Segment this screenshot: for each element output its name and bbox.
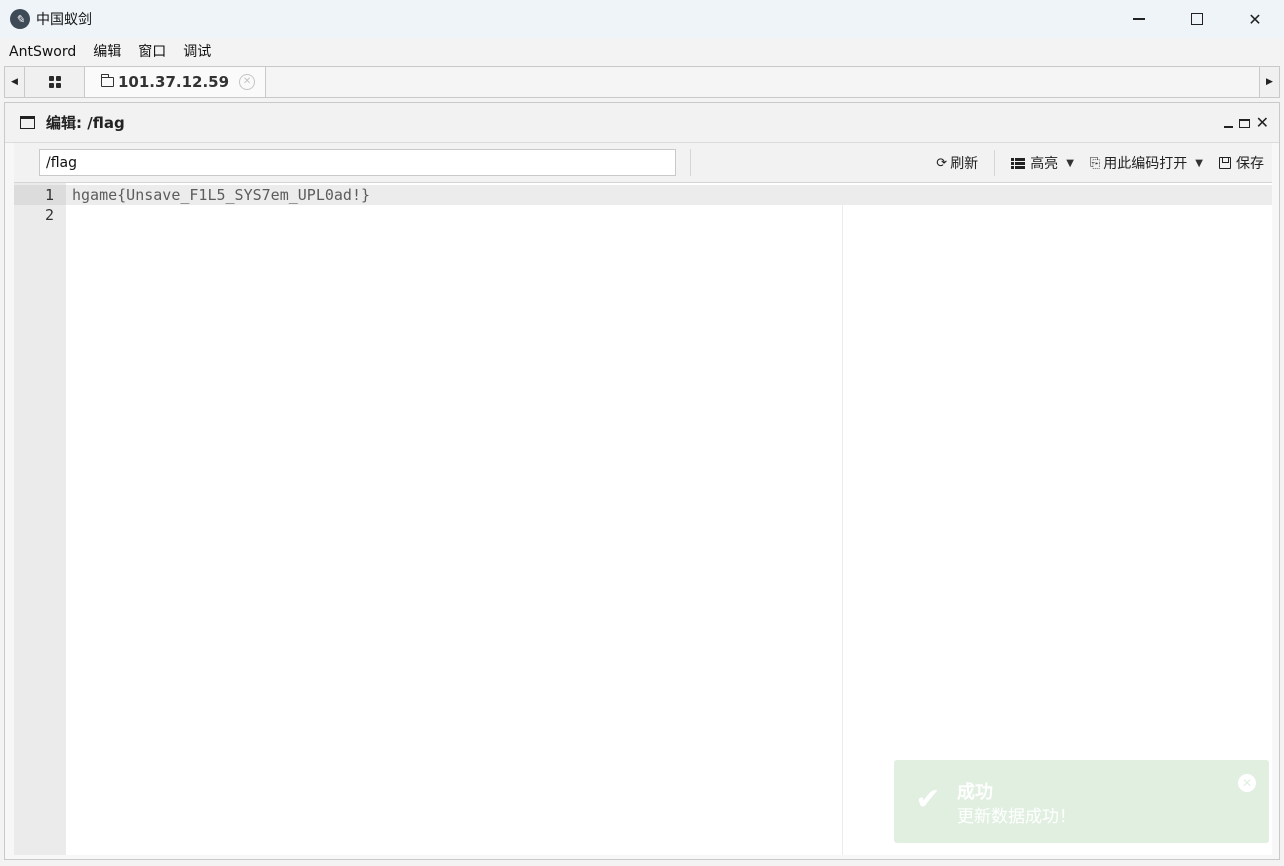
- line-number: 2: [44, 206, 54, 224]
- window-controls: ✕: [1110, 0, 1284, 38]
- tab-home[interactable]: [25, 67, 85, 97]
- toolbar-divider: [690, 149, 691, 176]
- window-icon: [20, 116, 35, 129]
- toast-close-icon[interactable]: ✕: [1238, 774, 1256, 792]
- highlight-dropdown-button[interactable]: 高亮 ▼: [1003, 143, 1082, 183]
- folder-icon: [101, 74, 114, 87]
- window-title: 中国蚁剑: [36, 12, 92, 28]
- minimize-button[interactable]: [1110, 0, 1168, 38]
- refresh-icon: ⟳: [936, 155, 948, 171]
- code-editor[interactable]: 1 hgame{Unsave_F1L5_SYS7em_UPL0ad!} 2: [14, 183, 1272, 855]
- refresh-label: 刷新: [950, 156, 979, 172]
- menu-bar: AntSword 编辑 窗口 调试: [0, 38, 1284, 66]
- toolbar-divider: [994, 150, 996, 176]
- tab-label: 101.37.12.59: [118, 73, 230, 91]
- highlight-label: 高亮: [1030, 156, 1059, 172]
- close-button[interactable]: ✕: [1226, 0, 1284, 38]
- close-glyph: ✕: [1241, 776, 1253, 790]
- close-icon: ✕: [1248, 9, 1262, 29]
- editor-panel: 编辑: /flag ✕ ⟳ 刷新 高亮 ▼ ⎘ 用此编码打开 ▼: [4, 102, 1280, 860]
- list-icon: [1011, 157, 1026, 169]
- tab-strip: ◀ 101.37.12.59 ✕ ▶: [4, 66, 1280, 98]
- panel-close-icon[interactable]: ✕: [1256, 115, 1269, 131]
- line-number: 1: [14, 185, 66, 205]
- save-button[interactable]: 保存: [1211, 143, 1272, 183]
- caret-left-icon: ◀: [11, 77, 18, 87]
- tab-close-icon[interactable]: ✕: [239, 74, 256, 90]
- success-toast: ✔ 成功 更新数据成功！ ✕: [894, 760, 1269, 843]
- encoding-icon: ⎘: [1089, 155, 1101, 171]
- tab-scroll-left-button[interactable]: ◀: [5, 67, 25, 97]
- title-bar: ✎ 中国蚁剑 ✕: [0, 0, 1284, 38]
- editor-toolbar: ⟳ 刷新 高亮 ▼ ⎘ 用此编码打开 ▼ 保存: [14, 143, 1272, 183]
- caret-right-icon: ▶: [1266, 77, 1273, 87]
- menu-window[interactable]: 窗口: [129, 38, 174, 66]
- maximize-button[interactable]: [1168, 0, 1226, 38]
- toast-message: 更新数据成功！: [957, 807, 1076, 827]
- caret-down-icon: ▼: [1195, 157, 1203, 169]
- toast-title: 成功: [957, 782, 993, 803]
- path-input[interactable]: [39, 149, 676, 176]
- toolbar-actions: ⟳ 刷新 高亮 ▼ ⎘ 用此编码打开 ▼ 保存: [928, 143, 1272, 183]
- grid-icon: [48, 76, 61, 88]
- editor-title: 编辑: /flag: [46, 114, 125, 132]
- menu-debug[interactable]: 调试: [174, 38, 219, 66]
- save-icon: [1219, 157, 1231, 169]
- encoding-label: 用此编码打开: [1103, 156, 1188, 172]
- open-with-encoding-dropdown-button[interactable]: ⎘ 用此编码打开 ▼: [1082, 143, 1211, 183]
- close-glyph: ✕: [242, 76, 252, 87]
- check-icon: ✔: [915, 782, 941, 817]
- menu-edit[interactable]: 编辑: [84, 38, 129, 66]
- antsword-logo-icon: ✎: [10, 9, 30, 29]
- tab-scroll-right-button[interactable]: ▶: [1259, 67, 1279, 97]
- panel-controls: ✕: [1223, 115, 1269, 131]
- panel-restore-icon[interactable]: [1238, 118, 1250, 128]
- editor-panel-header: 编辑: /flag ✕: [5, 103, 1279, 143]
- menu-antsword[interactable]: AntSword: [0, 38, 84, 66]
- line-text: hgame{Unsave_F1L5_SYS7em_UPL0ad!}: [72, 186, 371, 204]
- print-margin: [842, 205, 843, 855]
- panel-minimize-icon[interactable]: [1223, 126, 1233, 128]
- maximize-icon: [1191, 13, 1203, 25]
- line-number-gutter: [14, 183, 66, 855]
- save-label: 保存: [1236, 156, 1264, 172]
- tab-shell-session[interactable]: 101.37.12.59 ✕: [85, 67, 267, 97]
- refresh-button[interactable]: ⟳ 刷新: [928, 143, 986, 183]
- minimize-icon: [1133, 18, 1145, 20]
- code-line[interactable]: 2: [14, 205, 1272, 225]
- code-line[interactable]: 1 hgame{Unsave_F1L5_SYS7em_UPL0ad!}: [14, 185, 1272, 205]
- caret-down-icon: ▼: [1066, 157, 1074, 169]
